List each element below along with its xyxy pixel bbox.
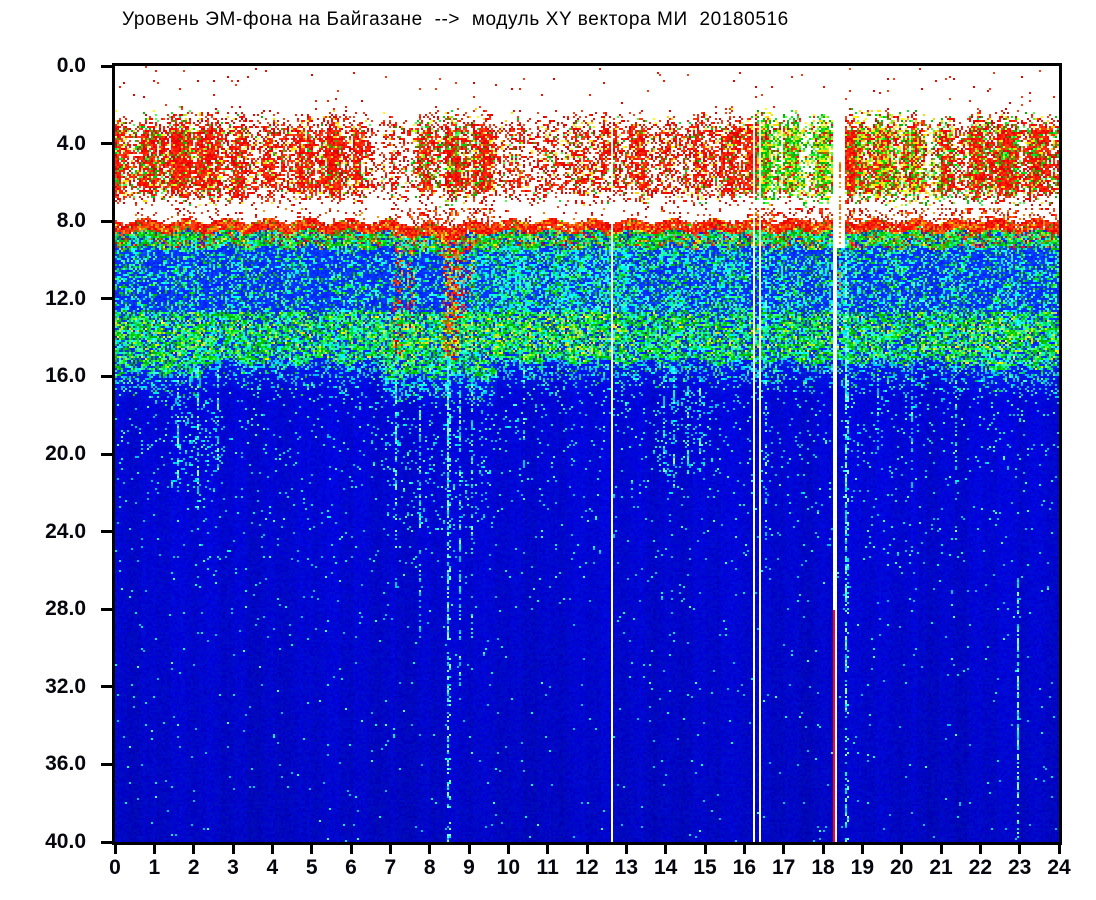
x-axis-tick <box>585 845 589 854</box>
y-axis-tick <box>101 64 112 68</box>
x-axis-tick-label: 22 <box>968 856 992 879</box>
x-axis-tick <box>349 845 353 854</box>
x-axis-tick <box>978 845 982 854</box>
y-axis-tick <box>101 452 112 456</box>
x-axis-tick-label: 14 <box>653 856 678 879</box>
x-axis-tick <box>703 845 707 854</box>
chart-title: Уровень ЭМ-фона на Байгазане --> модуль … <box>122 9 789 30</box>
x-axis-tick <box>900 845 904 854</box>
x-axis-tick <box>546 845 550 854</box>
y-axis-tick <box>101 530 112 534</box>
y-axis-tick-label: 40.0 <box>45 830 86 853</box>
chart-page: Уровень ЭМ-фона на Байгазане --> модуль … <box>0 0 1096 900</box>
x-axis-tick <box>742 845 746 854</box>
y-axis-tick-label: 12.0 <box>45 286 86 310</box>
x-axis-tick-label: 19 <box>850 856 874 879</box>
x-axis-tick <box>860 845 864 854</box>
x-axis-tick <box>388 845 392 854</box>
x-axis-tick-label: 9 <box>463 856 475 879</box>
x-axis-tick <box>152 845 156 854</box>
x-axis-tick-label: 12 <box>575 856 599 879</box>
x-axis-tick-label: 4 <box>266 856 279 879</box>
x-axis-tick-label: 13 <box>614 856 638 879</box>
x-axis-tick-label: 3 <box>227 856 239 879</box>
x-axis-tick <box>664 845 668 854</box>
x-axis-tick-label: 0 <box>109 856 121 879</box>
x-axis-tick-label: 17 <box>771 856 796 879</box>
y-axis-tick-label: 36.0 <box>45 752 86 776</box>
x-axis-tick-label: 2 <box>187 856 200 879</box>
y-axis-tick-label: 16.0 <box>45 364 86 388</box>
y-axis-tick <box>101 297 112 301</box>
y-axis-tick-label: 0.0 <box>56 54 86 77</box>
x-axis-tick-label: 15 <box>693 856 717 879</box>
x-axis-tick <box>310 845 314 854</box>
x-axis-tick <box>270 845 274 854</box>
spectrogram-canvas <box>115 66 1059 842</box>
y-axis-tick-label: 32.0 <box>45 674 86 698</box>
y-axis-tick <box>101 142 112 146</box>
x-axis-tick-label: 24 <box>1047 856 1071 879</box>
x-axis-tick <box>821 845 825 854</box>
y-axis-tick-label: 28.0 <box>45 597 86 621</box>
x-axis-tick-label: 6 <box>345 856 357 879</box>
x-axis-tick <box>624 845 628 854</box>
x-axis-tick <box>939 845 943 854</box>
y-axis-tick-label: 20.0 <box>45 442 86 465</box>
x-axis-tick <box>1057 845 1061 854</box>
x-axis-tick-label: 20 <box>889 856 914 879</box>
y-axis-tick-label: 4.0 <box>56 131 86 155</box>
x-axis-tick-label: 10 <box>496 856 520 879</box>
x-axis-tick <box>506 845 510 854</box>
x-axis-tick-label: 8 <box>423 856 436 879</box>
y-axis-tick <box>101 607 112 611</box>
y-axis-tick <box>101 374 112 378</box>
x-axis-tick <box>113 845 117 854</box>
x-axis-tick <box>1018 845 1022 854</box>
y-axis-tick <box>101 219 112 223</box>
x-axis-tick-label: 7 <box>384 856 397 879</box>
x-axis-tick <box>231 845 235 854</box>
x-axis-tick-label: 11 <box>536 856 559 879</box>
x-axis-tick-label: 5 <box>305 856 318 879</box>
x-axis-tick <box>192 845 196 854</box>
x-axis-tick <box>467 845 471 854</box>
x-axis-tick-label: 23 <box>1007 856 1032 879</box>
y-axis-tick <box>101 840 112 844</box>
x-axis-tick-label: 18 <box>811 856 835 879</box>
x-axis-tick <box>428 845 432 854</box>
y-axis-tick-label: 8.0 <box>56 209 86 233</box>
y-axis-tick <box>101 685 112 689</box>
plot-frame <box>112 63 1062 845</box>
x-axis-tick-label: 1 <box>148 856 161 879</box>
x-axis-tick-label: 16 <box>732 856 756 879</box>
y-axis-tick <box>101 762 112 766</box>
x-axis-tick <box>782 845 786 854</box>
y-axis-tick-label: 24.0 <box>45 519 86 543</box>
x-axis-tick-label: 21 <box>929 856 953 879</box>
